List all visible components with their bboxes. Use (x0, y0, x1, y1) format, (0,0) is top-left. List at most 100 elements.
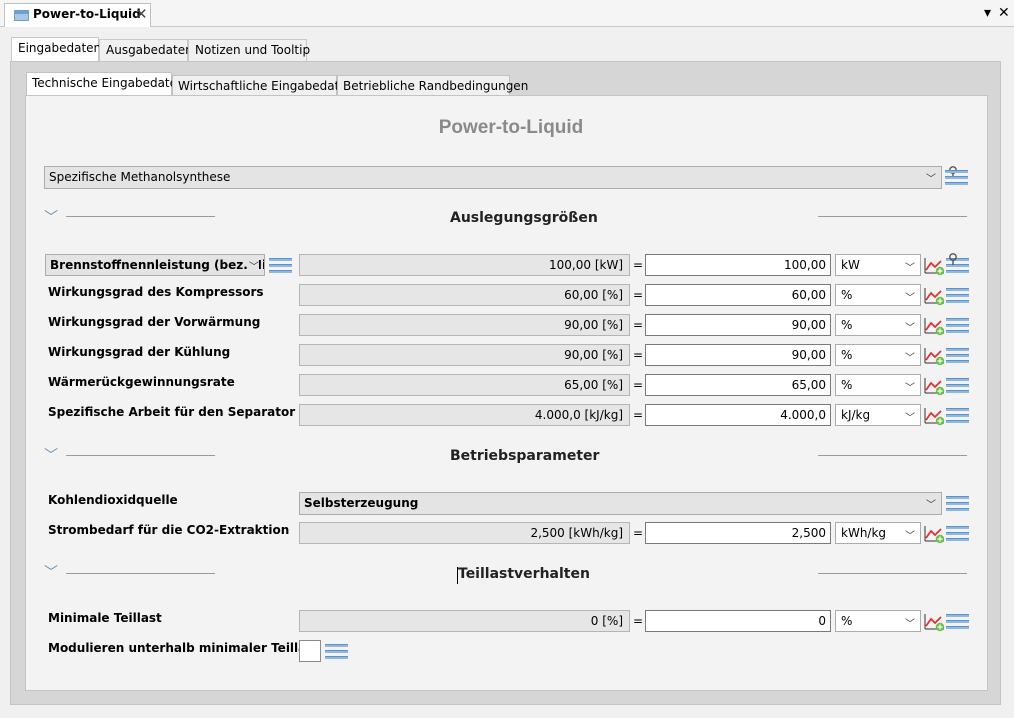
tab-wirtschaftliche-eingabedaten[interactable]: Wirtschaftliche Eingabedaten (172, 75, 354, 96)
chart-add-icon[interactable] (924, 524, 946, 544)
list-icon[interactable] (946, 408, 969, 424)
value-input[interactable]: 60,00 (645, 284, 831, 306)
equals-sign: = (633, 614, 644, 628)
divider (818, 455, 967, 456)
unit-select[interactable]: kJ/kg ﹀ (835, 404, 921, 426)
calculated-value: 4.000,0 [kJ/kg] (299, 404, 630, 426)
fuel-power-type-select[interactable]: Brennstoffnennleistung (bez. Hi/Hu) ﹀ (45, 254, 265, 276)
unit-value: % (841, 288, 853, 302)
section-title-auslegung: Auslegungsgrößen (450, 210, 598, 226)
chevron-down-icon: ﹀ (905, 263, 915, 274)
chart-add-icon[interactable] (924, 346, 946, 366)
list-icon[interactable] (946, 496, 969, 512)
unit-value: % (841, 378, 853, 392)
process-select[interactable]: Spezifische Methanolsynthese ﹀ (44, 166, 942, 189)
unit-value: kJ/kg (841, 408, 871, 422)
list-icon[interactable] (946, 318, 969, 334)
value-input[interactable]: 4.000,0 (645, 404, 831, 426)
list-icon[interactable] (946, 288, 969, 304)
unit-select[interactable]: % ﹀ (835, 314, 921, 336)
label-separator: Spezifische Arbeit für den Separator (48, 405, 296, 419)
label-kompressor: Wirkungsgrad des Kompressors (48, 285, 264, 299)
label-minimale-teillast: Minimale Teillast (48, 611, 162, 625)
list-icon[interactable] (946, 378, 969, 394)
chevron-down-icon: ﹀ (905, 323, 915, 334)
unit-select[interactable]: % ﹀ (835, 344, 921, 366)
chart-add-icon[interactable] (924, 612, 946, 632)
tab-eingabedaten[interactable]: Eingabedaten (11, 37, 101, 62)
fuel-power-label: Brennstoffnennleistung (bez. Hi/Hu) (50, 258, 264, 272)
process-select-value: Spezifische Methanolsynthese (49, 170, 231, 184)
co2-source-select[interactable]: Selbsterzeugung ﹀ (299, 492, 942, 515)
editor-tab-strip (0, 0, 1014, 27)
equals-sign: = (633, 258, 644, 272)
list-icon[interactable] (269, 258, 292, 274)
pin-icon[interactable] (948, 253, 958, 265)
list-icon[interactable] (325, 644, 348, 660)
chevron-down-icon: ﹀ (905, 353, 915, 364)
list-icon[interactable] (945, 170, 968, 186)
chevron-down-icon: ﹀ (926, 174, 936, 185)
calculated-value: 90,00 [%] (299, 344, 630, 366)
editor-tab-title: Power-to-Liquid (33, 7, 141, 21)
chart-add-icon[interactable] (924, 406, 946, 426)
section-title-teillast: Teillastverhalten (458, 566, 590, 582)
tab-ausgabedaten[interactable]: Ausgabedaten (99, 39, 193, 61)
equals-sign: = (633, 526, 644, 540)
chart-add-icon[interactable] (924, 376, 946, 396)
chevron-down-icon: ﹀ (905, 413, 915, 424)
view-menu-icon[interactable]: ▾ (984, 5, 991, 21)
close-view-icon[interactable]: ✕ (998, 5, 1010, 21)
unit-select[interactable]: % ﹀ (835, 610, 921, 632)
value-input[interactable]: 2,500 (645, 522, 831, 544)
chevron-down-icon: ﹀ (905, 619, 915, 630)
value-input[interactable]: 100,00 (645, 254, 831, 276)
tab-notizen-und-tooltip[interactable]: Notizen und Tooltip (188, 39, 310, 61)
value-input[interactable]: 90,00 (645, 314, 831, 336)
collapse-chevron-icon[interactable]: ﹀ (44, 449, 58, 463)
chevron-down-icon: ﹀ (926, 500, 936, 511)
value-input[interactable]: 0 (645, 610, 831, 632)
value-input[interactable]: 90,00 (645, 344, 831, 366)
calculated-value: 65,00 [%] (299, 374, 630, 396)
divider (66, 455, 215, 456)
divider (818, 573, 967, 574)
list-icon[interactable] (946, 614, 969, 630)
chevron-down-icon: ﹀ (905, 383, 915, 394)
list-icon[interactable] (946, 526, 969, 542)
label-kuehlung: Wirkungsgrad der Kühlung (48, 345, 231, 359)
chart-add-icon[interactable] (924, 316, 946, 336)
divider (66, 216, 215, 217)
chart-add-icon[interactable] (924, 256, 946, 276)
chevron-down-icon: ﹀ (905, 293, 915, 304)
collapse-chevron-icon[interactable]: ﹀ (44, 566, 58, 580)
close-icon[interactable]: ✕ (135, 5, 148, 23)
tab-technische-eingabedaten[interactable]: Technische Eingabedaten (26, 72, 185, 96)
unit-select[interactable]: kWh/kg ﹀ (835, 522, 921, 544)
chevron-down-icon: ﹀ (905, 531, 915, 542)
calculated-value: 2,500 [kWh/kg] (299, 522, 630, 544)
value-input[interactable]: 65,00 (645, 374, 831, 396)
unit-select[interactable]: % ﹀ (835, 284, 921, 306)
chart-add-icon[interactable] (924, 286, 946, 306)
equals-sign: = (633, 318, 644, 332)
list-icon[interactable] (946, 348, 969, 364)
modulieren-checkbox[interactable] (299, 640, 321, 662)
unit-select[interactable]: % ﹀ (835, 374, 921, 396)
label-modulieren: Modulieren unterhalb minimaler Teillast (48, 641, 320, 655)
unit-select[interactable]: kW ﹀ (835, 254, 921, 276)
divider (66, 573, 215, 574)
unit-value: % (841, 348, 853, 362)
editor-tab-power-to-liquid[interactable]: Power-to-Liquid ✕ (4, 3, 151, 27)
label-strombedarf: Strombedarf für die CO2-Extraktion (48, 523, 290, 537)
unit-value: % (841, 614, 853, 628)
equals-sign: = (633, 408, 644, 422)
text-caret (457, 567, 458, 584)
label-kohlendioxidquelle: Kohlendioxidquelle (48, 493, 178, 507)
calculated-value: 0 [%] (299, 610, 630, 632)
equals-sign: = (633, 378, 644, 392)
tab-betriebliche-randbedingungen[interactable]: Betriebliche Randbedingungen (337, 75, 528, 96)
label-waermerueckgewinnung: Wärmerückgewinnungsrate (48, 375, 235, 389)
calculated-value: 90,00 [%] (299, 314, 630, 336)
collapse-chevron-icon[interactable]: ﹀ (44, 211, 58, 225)
